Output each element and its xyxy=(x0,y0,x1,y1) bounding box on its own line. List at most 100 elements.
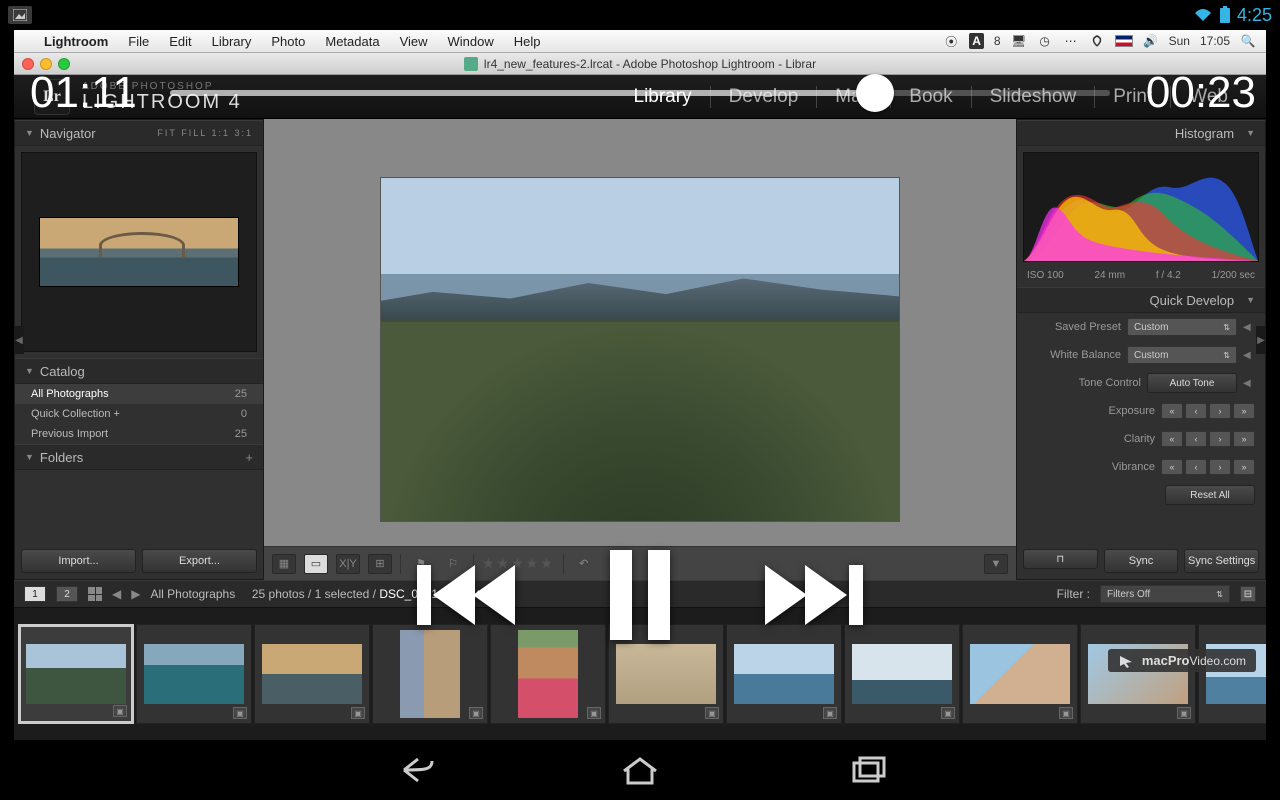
android-back-button[interactable] xyxy=(388,753,436,787)
step-plus-big[interactable]: » xyxy=(1233,403,1255,419)
filter-lock-icon[interactable]: ⊟ xyxy=(1240,586,1256,602)
menu-view[interactable]: View xyxy=(390,34,438,49)
menu-app[interactable]: Lightroom xyxy=(34,34,118,49)
flag-reject-icon[interactable]: ⚐ xyxy=(441,554,465,574)
rating-stars[interactable]: ★★★★★ xyxy=(482,555,555,572)
menu-edit[interactable]: Edit xyxy=(159,34,201,49)
nav-forward-icon[interactable]: ▶ xyxy=(131,587,140,601)
rotate-cw-icon[interactable]: ↷ xyxy=(604,554,628,574)
compare-view-icon[interactable]: X|Y xyxy=(336,554,360,574)
step-minus[interactable]: ‹ xyxy=(1185,459,1207,475)
reveal-icon[interactable]: ◀ xyxy=(1243,350,1255,361)
right-panel-toggle[interactable]: ▶ xyxy=(1256,326,1266,354)
step-plus-big[interactable]: » xyxy=(1233,459,1255,475)
reveal-icon[interactable]: ◀ xyxy=(1243,378,1255,389)
thumbnail[interactable]: ▣ xyxy=(490,624,606,724)
menu-photo[interactable]: Photo xyxy=(261,34,315,49)
screen-record-icon[interactable]: ⦿ xyxy=(943,33,959,49)
auto-tone-button[interactable]: Auto Tone xyxy=(1147,373,1237,393)
zoom-window-button[interactable] xyxy=(58,58,70,70)
sync-button[interactable]: Sync xyxy=(1104,549,1179,573)
menu-extra-icon[interactable]: ⋯ xyxy=(1063,33,1079,49)
navigator-preview[interactable] xyxy=(21,152,257,352)
primary-display[interactable]: 1 xyxy=(24,586,46,602)
navigator-header[interactable]: ▼ Navigator FIT FILL 1:1 3:1 xyxy=(15,120,263,146)
step-plus[interactable]: › xyxy=(1209,459,1231,475)
thumbnail[interactable] xyxy=(1198,624,1266,724)
timemachine-icon[interactable]: ◷ xyxy=(1037,33,1053,49)
module-develop[interactable]: Develop xyxy=(711,86,818,108)
module-library[interactable]: Library xyxy=(616,86,711,108)
thumbnail[interactable]: ▣ xyxy=(136,624,252,724)
menu-metadata[interactable]: Metadata xyxy=(315,34,389,49)
nav-back-icon[interactable]: ◀ xyxy=(112,587,121,601)
rotate-ccw-icon[interactable]: ↶ xyxy=(572,554,596,574)
menu-library[interactable]: Library xyxy=(202,34,262,49)
catalog-quick-collection[interactable]: Quick Collection + 0 xyxy=(15,404,263,424)
step-minus-big[interactable]: « xyxy=(1161,431,1183,447)
minimize-window-button[interactable] xyxy=(40,58,52,70)
add-folder-icon[interactable]: + xyxy=(245,450,253,465)
histogram-display[interactable] xyxy=(1023,152,1259,262)
thumbnail[interactable]: ▣ xyxy=(962,624,1078,724)
module-book[interactable]: Book xyxy=(891,86,971,108)
spotlight-icon[interactable]: 🔍 xyxy=(1240,33,1256,49)
step-minus[interactable]: ‹ xyxy=(1185,403,1207,419)
saved-preset-select[interactable]: Custom xyxy=(1127,318,1237,336)
menu-help[interactable]: Help xyxy=(504,34,551,49)
sync-toggle-icon[interactable]: ⊓ xyxy=(1023,549,1098,569)
current-filename[interactable]: DSC_0001-2-Edit.tif xyxy=(379,587,486,601)
step-plus[interactable]: › xyxy=(1209,431,1231,447)
folders-header[interactable]: ▼ Folders + xyxy=(15,444,263,470)
loupe-view-icon[interactable]: ▭ xyxy=(304,554,328,574)
catalog-header[interactable]: ▼ Catalog xyxy=(15,358,263,384)
quick-develop-header[interactable]: Quick Develop ▼ xyxy=(1017,287,1265,313)
reset-all-button[interactable]: Reset All xyxy=(1165,485,1255,505)
nav-1-1[interactable]: 1:1 xyxy=(211,128,230,138)
module-map[interactable]: Map xyxy=(817,86,891,108)
thumbnail[interactable]: ▣ xyxy=(18,624,134,724)
step-minus-big[interactable]: « xyxy=(1161,403,1183,419)
menu-window[interactable]: Window xyxy=(438,34,504,49)
filter-select[interactable]: Filters Off xyxy=(1100,585,1230,603)
histogram-header[interactable]: Histogram ▼ xyxy=(1017,120,1265,146)
nav-fit[interactable]: FIT xyxy=(157,128,176,138)
module-web[interactable]: Web xyxy=(1171,86,1246,108)
flag-pick-icon[interactable]: ⚑ xyxy=(409,554,433,574)
grid-icon[interactable] xyxy=(88,587,102,601)
module-slideshow[interactable]: Slideshow xyxy=(972,86,1096,108)
import-button[interactable]: Import... xyxy=(21,549,136,573)
adobe-icon[interactable]: A xyxy=(969,33,984,49)
sync-settings-button[interactable]: Sync Settings xyxy=(1184,549,1259,573)
grid-view-icon[interactable]: ▦ xyxy=(272,554,296,574)
secondary-display[interactable]: 2 xyxy=(56,586,78,602)
breadcrumb[interactable]: All Photographs xyxy=(150,587,235,601)
toolbar-menu-icon[interactable]: ▼ xyxy=(984,554,1008,574)
module-print[interactable]: Print xyxy=(1095,86,1171,108)
nav-fill[interactable]: FILL xyxy=(181,128,207,138)
catalog-all-photographs[interactable]: All Photographs 25 xyxy=(15,384,263,404)
white-balance-select[interactable]: Custom xyxy=(1127,346,1237,364)
thumbnail[interactable]: ▣ xyxy=(1080,624,1196,724)
volume-icon[interactable]: 🔊 xyxy=(1143,33,1159,49)
step-minus[interactable]: ‹ xyxy=(1185,431,1207,447)
step-minus-big[interactable]: « xyxy=(1161,459,1183,475)
survey-view-icon[interactable]: ⊞ xyxy=(368,554,392,574)
export-button[interactable]: Export... xyxy=(142,549,257,573)
android-home-button[interactable] xyxy=(616,753,664,787)
loupe-image[interactable] xyxy=(380,177,900,522)
thumbnail[interactable]: ▣ xyxy=(372,624,488,724)
thumbnail[interactable]: ▣ xyxy=(844,624,960,724)
close-window-button[interactable] xyxy=(22,58,34,70)
step-plus[interactable]: › xyxy=(1209,403,1231,419)
wifi-menu-icon[interactable] xyxy=(1089,33,1105,49)
catalog-previous-import[interactable]: Previous Import 25 xyxy=(15,424,263,444)
flag-icon[interactable] xyxy=(1115,35,1133,47)
chevron-down-icon[interactable]: ▾ xyxy=(489,587,495,601)
android-recents-button[interactable] xyxy=(844,753,892,787)
nav-3-1[interactable]: 3:1 xyxy=(234,128,253,138)
thumbnail[interactable]: ▣ xyxy=(254,624,370,724)
menu-file[interactable]: File xyxy=(118,34,159,49)
thumbnail[interactable]: ▣ xyxy=(608,624,724,724)
thumbnail[interactable]: ▣ xyxy=(726,624,842,724)
